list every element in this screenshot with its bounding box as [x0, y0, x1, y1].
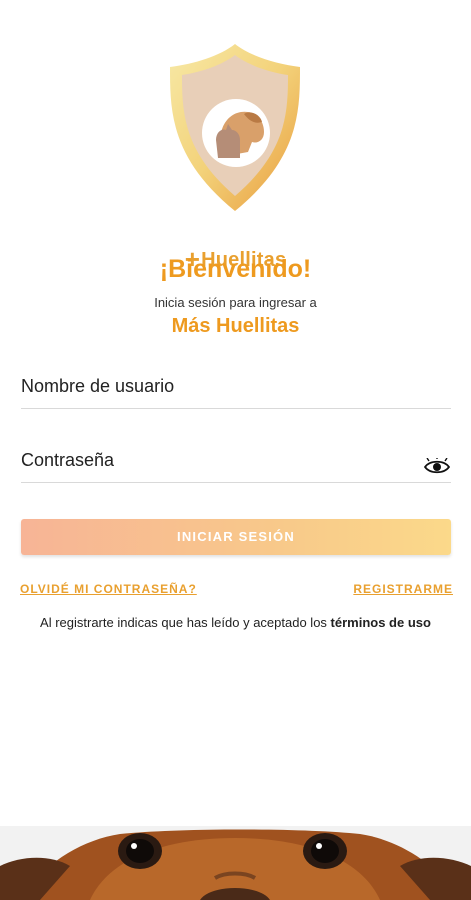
register-link[interactable]: REGISTRARME [353, 582, 453, 596]
app-name: Más Huellitas [171, 315, 300, 337]
welcome-subtitle: Inicia sesión para ingresar a [154, 295, 317, 310]
terms-link[interactable]: términos de uso [331, 615, 431, 630]
username-field[interactable]: Nombre de usuario [21, 358, 451, 409]
forgot-password-link[interactable]: OLVIDÉ MI CONTRASEÑA? [20, 582, 197, 596]
eye-icon[interactable] [423, 458, 451, 476]
app-logo: +Huellitas [160, 40, 310, 274]
terms-text: Al registrarte indicas que has leído y a… [20, 614, 451, 632]
username-label: Nombre de usuario [21, 376, 175, 396]
terms-prefix: Al registrarte indicas que has leído y a… [40, 615, 331, 630]
shield-logo-icon [170, 44, 300, 211]
password-field[interactable]: Contraseña [21, 432, 451, 483]
welcome-title: ¡Bienvenido! [159, 255, 312, 283]
login-button[interactable]: INICIAR SESIÓN [21, 519, 451, 555]
dog-photo [0, 826, 471, 900]
password-label: Contraseña [21, 450, 115, 470]
